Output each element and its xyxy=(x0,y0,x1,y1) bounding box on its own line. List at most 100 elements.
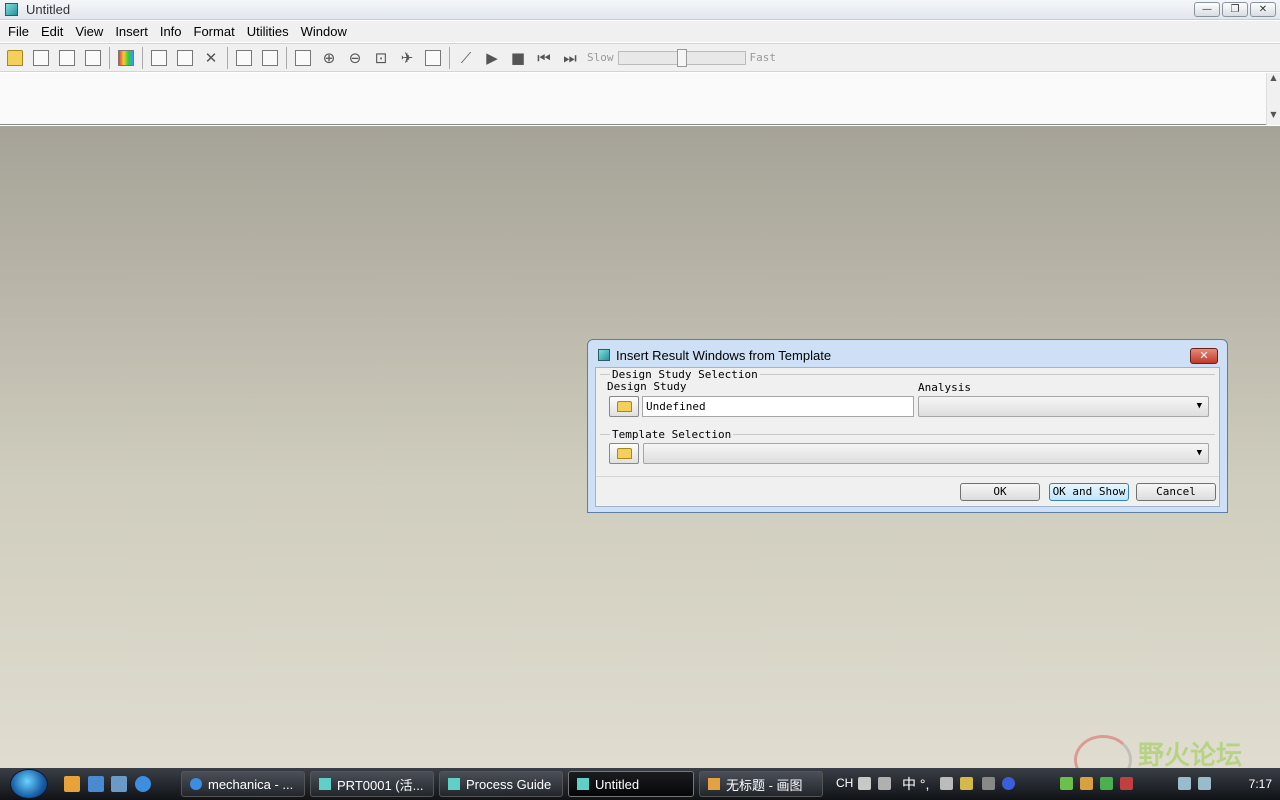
print-icon xyxy=(85,49,101,66)
message-scrollbar[interactable]: ▲ ▼ xyxy=(1266,73,1280,125)
security-icon[interactable] xyxy=(1080,777,1093,790)
stop-button[interactable]: ■ xyxy=(505,46,531,70)
analysis-combo[interactable]: ▼ xyxy=(918,396,1209,417)
watermark-text: 野火论坛 xyxy=(1138,741,1243,771)
task-process-guide[interactable]: Process Guide xyxy=(439,771,563,797)
design-study-browse-button[interactable] xyxy=(609,396,639,417)
design-study-field[interactable]: Undefined xyxy=(642,396,914,417)
save-all-icon xyxy=(59,49,75,66)
volume-icon[interactable] xyxy=(1198,777,1211,790)
task-paint[interactable]: 无标题 - 画图 xyxy=(699,771,823,797)
proe-task-icon xyxy=(319,778,331,790)
clock[interactable]: 7:17 xyxy=(1249,777,1272,791)
minimize-button[interactable]: — xyxy=(1194,2,1220,17)
soft-keyboard-icon[interactable] xyxy=(940,777,953,790)
view-orient-button[interactable] xyxy=(420,46,446,70)
first-frame-button[interactable]: ⏮ xyxy=(531,46,557,70)
save-button[interactable] xyxy=(28,46,54,70)
proe-task-icon xyxy=(577,778,589,790)
task-label: mechanica - ... xyxy=(208,776,294,792)
paint-task-icon xyxy=(708,778,720,790)
edit-window-button[interactable] xyxy=(146,46,172,70)
speed-slider-thumb[interactable] xyxy=(676,48,687,67)
scroll-down-icon[interactable]: ▼ xyxy=(1267,110,1280,119)
ime-indicator[interactable]: 中 °, xyxy=(902,774,929,794)
refit-button[interactable] xyxy=(290,46,316,70)
open-folder-icon xyxy=(7,49,23,66)
window-controls: — ❐ ✕ xyxy=(1194,2,1276,17)
hide-button[interactable] xyxy=(257,46,283,70)
zoom-out-button[interactable]: ⊖ xyxy=(342,46,368,70)
language-indicator[interactable]: CH xyxy=(836,776,853,790)
copy-window-button[interactable] xyxy=(172,46,198,70)
play-icon: ▶ xyxy=(486,48,498,67)
task-label: 无标题 - 画图 xyxy=(726,777,803,793)
help-icon[interactable] xyxy=(1002,777,1015,790)
ime-pad-icon[interactable] xyxy=(878,777,891,790)
template-combo[interactable]: ▼ xyxy=(643,443,1209,464)
window-title: Untitled xyxy=(26,2,71,17)
close-button[interactable]: ✕ xyxy=(1250,2,1276,17)
task-label: PRT0001 (活... xyxy=(337,777,424,793)
menu-edit[interactable]: Edit xyxy=(35,24,69,39)
zoom-window-icon: ⊡ xyxy=(374,48,388,67)
system-tray: CH 中 °, 7:17 xyxy=(832,768,1280,800)
restore-button[interactable]: ❐ xyxy=(1222,2,1248,17)
task-untitled[interactable]: Untitled xyxy=(568,771,694,797)
menu-insert[interactable]: Insert xyxy=(109,24,154,39)
network-icon[interactable] xyxy=(1178,777,1191,790)
show-button[interactable] xyxy=(231,46,257,70)
menu-info[interactable]: Info xyxy=(154,24,188,39)
animation-path-button[interactable]: ⟋ xyxy=(453,46,479,70)
keyboard-icon[interactable] xyxy=(858,777,871,790)
last-frame-button[interactable]: ⏭ xyxy=(557,46,583,70)
dialog-close-button[interactable]: ✕ xyxy=(1190,348,1218,364)
shield-icon[interactable] xyxy=(1100,777,1113,790)
template-group-title: Template Selection xyxy=(610,428,734,441)
taskbar: mechanica - ... PRT0001 (活... Process Gu… xyxy=(0,768,1280,800)
ok-button[interactable]: OK xyxy=(960,483,1040,501)
speed-slider[interactable] xyxy=(617,48,746,67)
save-icon xyxy=(33,49,49,66)
view-orient-icon xyxy=(425,49,441,66)
save-all-button[interactable] xyxy=(54,46,80,70)
toolbar-separator xyxy=(109,46,110,69)
internet-explorer-icon[interactable] xyxy=(135,776,151,792)
spin-button[interactable]: ✈ xyxy=(394,46,420,70)
color-palette-icon xyxy=(118,49,134,66)
design-study-label: Design Study xyxy=(607,380,687,393)
dialog-title-bar: Insert Result Windows from Template xyxy=(598,348,831,363)
cancel-button[interactable]: Cancel xyxy=(1136,483,1216,501)
task-prt0001[interactable]: PRT0001 (活... xyxy=(310,771,434,797)
skip-back-icon: ⏮ xyxy=(537,48,551,67)
template-browse-button[interactable] xyxy=(609,443,639,464)
open-button[interactable] xyxy=(2,46,28,70)
ime-tools-icon[interactable] xyxy=(982,777,995,790)
show-icon xyxy=(236,49,252,66)
zoom-in-button[interactable]: ⊕ xyxy=(316,46,342,70)
play-button[interactable]: ▶ xyxy=(479,46,505,70)
ie-task-icon xyxy=(190,778,202,790)
menu-view[interactable]: View xyxy=(69,24,109,39)
dialog-app-icon xyxy=(598,349,610,361)
ok-and-show-button[interactable]: OK and Show xyxy=(1049,483,1129,501)
folder-icon xyxy=(616,448,632,459)
show-desktop-icon[interactable] xyxy=(88,776,104,792)
scroll-up-icon[interactable]: ▲ xyxy=(1267,73,1280,82)
antivirus-icon[interactable] xyxy=(1120,777,1133,790)
qq-icon[interactable] xyxy=(1060,777,1073,790)
menu-window[interactable]: Window xyxy=(295,24,353,39)
delete-button[interactable]: ✕ xyxy=(198,46,224,70)
ime-settings-icon[interactable] xyxy=(960,777,973,790)
print-button[interactable] xyxy=(80,46,106,70)
color-button[interactable] xyxy=(113,46,139,70)
menu-format[interactable]: Format xyxy=(188,24,241,39)
switch-windows-icon[interactable] xyxy=(111,776,127,792)
task-mechanica[interactable]: mechanica - ... xyxy=(181,771,305,797)
toolbar: ✕ ⊕ ⊖ ⊡ ✈ ⟋ ▶ ■ ⏮ ⏭ Slow Fast xyxy=(0,43,1280,72)
menu-utilities[interactable]: Utilities xyxy=(241,24,295,39)
media-player-icon[interactable] xyxy=(64,776,80,792)
menu-file[interactable]: File xyxy=(2,24,35,39)
start-button[interactable] xyxy=(10,769,48,799)
zoom-window-button[interactable]: ⊡ xyxy=(368,46,394,70)
